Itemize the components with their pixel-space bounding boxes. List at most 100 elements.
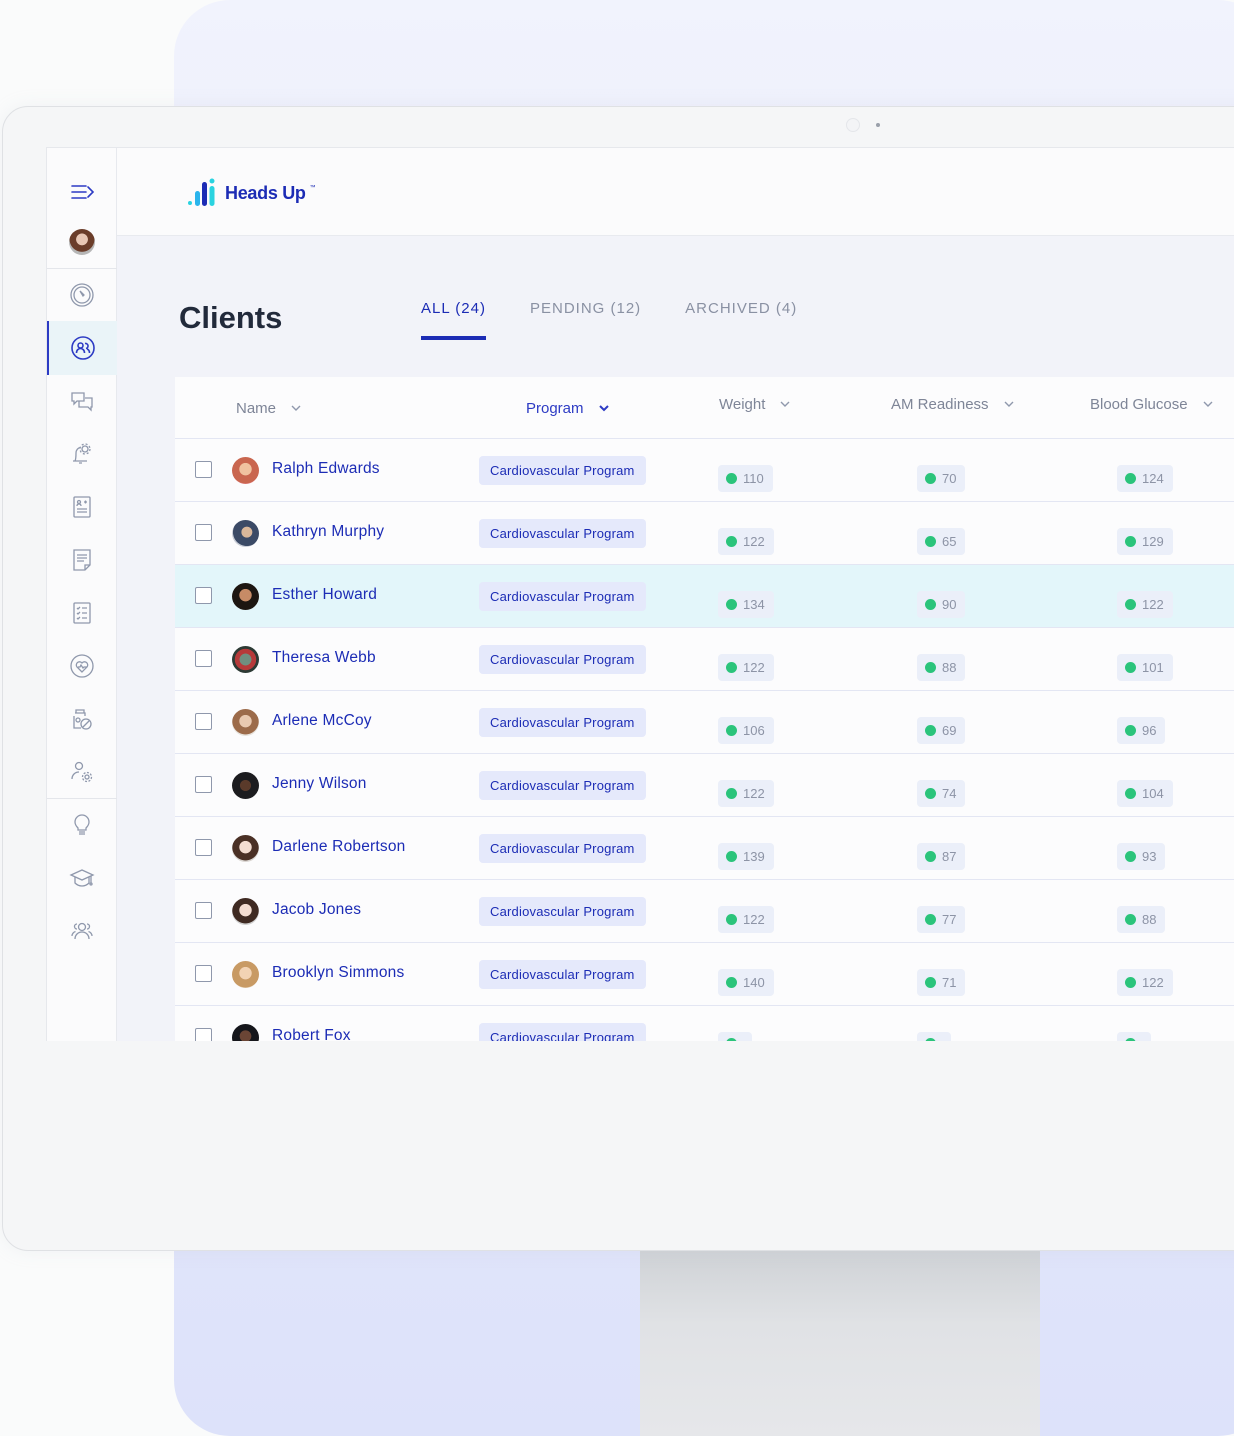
sidebar-item-profile[interactable] (47, 216, 117, 268)
program-badge: Cardiovascular Program (479, 834, 646, 863)
menu-expand-icon (71, 185, 95, 199)
client-name[interactable]: Theresa Webb (272, 649, 376, 667)
table-row[interactable]: Robert Fox Cardiovascular Program (175, 1006, 1234, 1041)
am-readiness-value: 74 (942, 786, 957, 801)
row-checkbox[interactable] (195, 461, 212, 478)
column-label: Name (236, 399, 277, 417)
sidebar-item-notification-settings[interactable] (47, 428, 117, 480)
client-name[interactable]: Kathryn Murphy (272, 523, 384, 541)
status-dot (726, 599, 737, 610)
row-checkbox[interactable] (195, 965, 212, 982)
weight-value: 140 (743, 975, 765, 990)
logo[interactable]: Heads Up ™ (187, 178, 316, 208)
table-row[interactable]: Ralph Edwards Cardiovascular Program 110… (175, 439, 1234, 502)
am-readiness-metric: 74 (917, 780, 966, 807)
blood-glucose-metric: 122 (1117, 969, 1173, 996)
blood-glucose-value: 122 (1142, 597, 1164, 612)
blood-glucose-metric: 122 (1117, 591, 1173, 618)
blood-glucose-metric: 101 (1117, 654, 1173, 681)
status-dot (925, 599, 936, 610)
avatar (232, 961, 259, 988)
sidebar-item-documents[interactable] (47, 534, 117, 586)
blood-glucose-metric: 88 (1117, 906, 1166, 933)
avatar (232, 1024, 259, 1041)
am-readiness-metric: 69 (917, 717, 966, 744)
sidebar-item-menu[interactable] (47, 166, 117, 218)
row-checkbox[interactable] (195, 839, 212, 856)
client-name[interactable]: Darlene Robertson (272, 838, 406, 856)
table-row[interactable]: Theresa Webb Cardiovascular Program 122 … (175, 628, 1234, 691)
weight-metric: 139 (718, 843, 774, 870)
avatar (232, 457, 259, 484)
supplements-icon (73, 709, 92, 730)
status-dot (726, 977, 737, 988)
sidebar-item-checklists[interactable] (47, 587, 117, 639)
dashboard-gauge-icon (70, 283, 94, 307)
am-readiness-metric (917, 1032, 951, 1041)
client-name[interactable]: Esther Howard (272, 586, 377, 604)
status-dot (925, 536, 936, 547)
table-row[interactable]: Darlene Robertson Cardiovascular Program… (175, 817, 1234, 880)
row-checkbox[interactable] (195, 776, 212, 793)
table-header: Name Program Weight AM Readiness Blood G… (175, 377, 1234, 439)
status-dot (1125, 851, 1136, 862)
row-checkbox[interactable] (195, 650, 212, 667)
table-row[interactable]: Kathryn Murphy Cardiovascular Program 12… (175, 502, 1234, 565)
column-header-program[interactable]: Program (526, 377, 610, 439)
row-checkbox[interactable] (195, 524, 212, 541)
client-name[interactable]: Brooklyn Simmons (272, 964, 404, 982)
row-checkbox[interactable] (195, 902, 212, 919)
messages-icon (71, 392, 93, 412)
am-readiness-metric: 77 (917, 906, 966, 933)
chevron-down-icon (291, 405, 301, 411)
status-dot (925, 914, 936, 925)
client-name[interactable]: Ralph Edwards (272, 460, 380, 478)
blood-glucose-metric (1117, 1032, 1151, 1041)
client-name[interactable]: Robert Fox (272, 1027, 351, 1041)
am-readiness-metric: 70 (917, 465, 966, 492)
row-checkbox[interactable] (195, 1028, 212, 1041)
tab-all[interactable]: ALL (24) (421, 300, 486, 340)
tab-pending[interactable]: PENDING (12) (530, 300, 641, 340)
row-checkbox[interactable] (195, 587, 212, 604)
avatar (232, 898, 259, 925)
education-icon (69, 869, 95, 887)
sidebar-item-user-settings[interactable] (47, 746, 117, 798)
sidebar-item-clients[interactable] (47, 321, 117, 375)
sidebar-item-dashboard[interactable] (47, 269, 117, 321)
table-row[interactable]: Jacob Jones Cardiovascular Program 122 7… (175, 880, 1234, 943)
row-checkbox[interactable] (195, 713, 212, 730)
column-header-weight[interactable]: Weight (719, 373, 791, 435)
sidebar-item-insights[interactable] (47, 799, 117, 851)
blood-glucose-metric: 104 (1117, 780, 1173, 807)
column-header-am-readiness[interactable]: AM Readiness (891, 373, 1015, 435)
sidebar-item-reports[interactable] (47, 481, 117, 533)
column-label: Blood Glucose (1090, 395, 1188, 413)
sidebar-item-messages[interactable] (47, 376, 117, 428)
clients-table: Name Program Weight AM Readiness Blood G… (175, 377, 1234, 1041)
table-row[interactable]: Jenny Wilson Cardiovascular Program 122 … (175, 754, 1234, 817)
client-name[interactable]: Jacob Jones (272, 901, 361, 919)
status-dot (1125, 1038, 1136, 1041)
sidebar-item-education[interactable] (47, 852, 117, 904)
weight-metric: 122 (718, 906, 774, 933)
am-readiness-metric: 65 (917, 528, 966, 555)
sidebar-item-supplements[interactable] (47, 694, 117, 746)
sidebar-item-health[interactable] (47, 640, 117, 692)
status-dot (1125, 914, 1136, 925)
client-name[interactable]: Jenny Wilson (272, 775, 367, 793)
sidebar-item-team[interactable] (47, 905, 117, 957)
status-dot (1125, 977, 1136, 988)
table-row[interactable]: Arlene McCoy Cardiovascular Program 106 … (175, 691, 1234, 754)
column-header-blood-glucose[interactable]: Blood Glucose (1090, 373, 1214, 435)
table-row[interactable]: Brooklyn Simmons Cardiovascular Program … (175, 943, 1234, 1006)
column-header-name[interactable]: Name (236, 377, 302, 439)
clients-icon (71, 336, 95, 360)
page-title: Clients (179, 300, 283, 335)
program-badge: Cardiovascular Program (479, 897, 646, 926)
status-dot (726, 1038, 737, 1041)
client-name[interactable]: Arlene McCoy (272, 712, 372, 730)
table-row[interactable]: Esther Howard Cardiovascular Program 134… (175, 565, 1234, 628)
client-report-icon (73, 496, 91, 518)
tab-archived[interactable]: ARCHIVED (4) (685, 300, 797, 340)
